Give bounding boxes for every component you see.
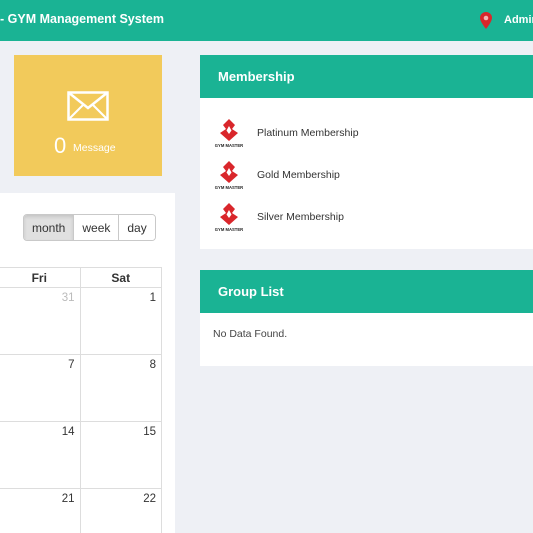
map-pin-icon (480, 11, 492, 29)
message-count: 0 (54, 133, 67, 158)
membership-item[interactable]: GYM MASTER Gold Membership (212, 154, 533, 196)
day-header-sat: Sat (79, 267, 162, 288)
group-list-panel: Group List No Data Found. (200, 270, 533, 366)
message-label: Message (73, 142, 116, 154)
membership-name: Gold Membership (257, 169, 340, 181)
calendar-day-cell[interactable]: 31 (0, 287, 81, 355)
calendar-day-cell[interactable]: 8 (79, 354, 162, 422)
gym-logo-icon: GYM MASTER (215, 203, 243, 232)
user-name: Admin (504, 14, 533, 26)
membership-name: Silver Membership (257, 211, 344, 223)
month-view-button[interactable]: month (24, 215, 75, 240)
calendar-day-cell[interactable]: 14 (0, 421, 81, 489)
membership-list: GYM MASTER Platinum Membership GYM MASTE… (200, 98, 533, 238)
membership-item[interactable]: GYM MASTER Silver Membership (212, 196, 533, 238)
group-list-title: Group List (200, 270, 533, 313)
logo-text: GYM MASTER (215, 143, 243, 148)
calendar-day-cell[interactable]: 21 (0, 488, 81, 533)
logo-text: GYM MASTER (215, 185, 243, 190)
logo-text: GYM MASTER (215, 227, 243, 232)
gym-logo-icon: GYM MASTER (215, 119, 243, 148)
membership-item[interactable]: GYM MASTER Platinum Membership (212, 112, 533, 154)
empty-state-text: No Data Found. (213, 328, 288, 340)
calendar-grid: Fri Sat 31 1 7 8 14 15 21 22 (0, 267, 162, 533)
membership-name: Platinum Membership (257, 127, 359, 139)
calendar-view-switcher: month week day (23, 214, 156, 241)
membership-panel: Membership GYM MASTER Platinum Membershi… (200, 55, 533, 249)
calendar-day-cell[interactable]: 15 (79, 421, 162, 489)
calendar-day-cell[interactable]: 22 (79, 488, 162, 533)
week-view-button[interactable]: week (74, 215, 120, 240)
gym-logo-icon: GYM MASTER (215, 161, 243, 190)
calendar-day-cell[interactable]: 1 (79, 287, 162, 355)
membership-panel-title: Membership (200, 55, 533, 98)
user-menu[interactable]: Admin (480, 10, 533, 30)
envelope-icon (67, 91, 109, 121)
app-title: - GYM Management System (0, 12, 164, 26)
day-view-button[interactable]: day (119, 215, 155, 240)
top-navbar: - GYM Management System Admin (0, 0, 533, 41)
calendar-day-cell[interactable]: 7 (0, 354, 81, 422)
day-header-fri: Fri (0, 267, 81, 288)
